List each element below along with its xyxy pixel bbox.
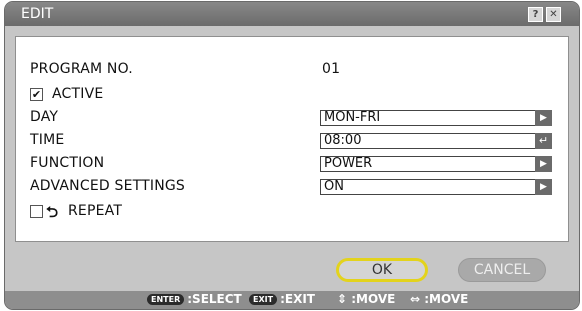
repeat-icon: ⮌ [46,203,59,221]
move-vertical-hint-text: :MOVE [351,292,396,306]
leftright-arrows-icon: ⇔ [410,292,421,306]
move-horizontal-hint: ⇔ :MOVE [410,292,468,306]
advanced-settings-field[interactable]: ON ▶ [320,179,552,195]
active-checkbox[interactable]: ✔ [30,88,43,101]
function-field[interactable]: POWER ▶ [320,156,552,172]
edit-dialog: EDIT ? ✕ PROGRAM NO. 01 ✔ ACTIVE DAY MON… [4,1,580,310]
program-no-label: PROGRAM NO. [30,61,133,77]
help-icon[interactable]: ? [528,7,543,22]
ok-button[interactable]: OK [336,258,428,282]
play-right-icon[interactable]: ▶ [535,179,552,195]
advanced-settings-label: ADVANCED SETTINGS [30,178,186,194]
day-value: MON-FRI [324,110,381,125]
time-value: 08:00 [324,133,362,148]
active-label: ACTIVE [52,86,104,102]
move-vertical-hint: ⇕ :MOVE [337,292,395,306]
status-bar: ENTER:SELECT EXIT:EXIT ⇕ :MOVE ⇔ :MOVE [5,291,579,309]
advanced-settings-value: ON [324,179,344,194]
exit-hint-text: :EXIT [280,292,315,306]
play-right-icon[interactable]: ▶ [535,110,552,126]
function-label: FUNCTION [30,155,105,171]
repeat-checkbox[interactable] [30,205,43,218]
day-field[interactable]: MON-FRI ▶ [320,110,552,126]
updown-arrows-icon: ⇕ [337,292,348,306]
program-no-value: 01 [322,61,341,77]
select-hint: ENTER:SELECT [147,292,242,306]
title-bar: EDIT ? ✕ [5,2,579,26]
exit-key-icon: EXIT [249,294,278,305]
move-horizontal-hint-text: :MOVE [424,292,469,306]
enter-return-icon[interactable]: ↵ [535,133,552,149]
time-label: TIME [30,132,65,148]
cancel-button[interactable]: CANCEL [458,258,546,282]
close-icon[interactable]: ✕ [546,7,561,22]
repeat-label: REPEAT [68,203,123,219]
function-value: POWER [324,156,373,171]
enter-key-icon: ENTER [147,294,185,305]
dialog-title: EDIT [21,6,54,22]
edit-panel: PROGRAM NO. 01 ✔ ACTIVE DAY MON-FRI ▶ TI… [15,36,569,242]
select-hint-text: :SELECT [187,292,242,306]
time-field[interactable]: 08:00 ↵ [320,133,552,149]
play-right-icon[interactable]: ▶ [535,156,552,172]
exit-hint: EXIT:EXIT [249,292,315,306]
day-label: DAY [30,109,59,125]
